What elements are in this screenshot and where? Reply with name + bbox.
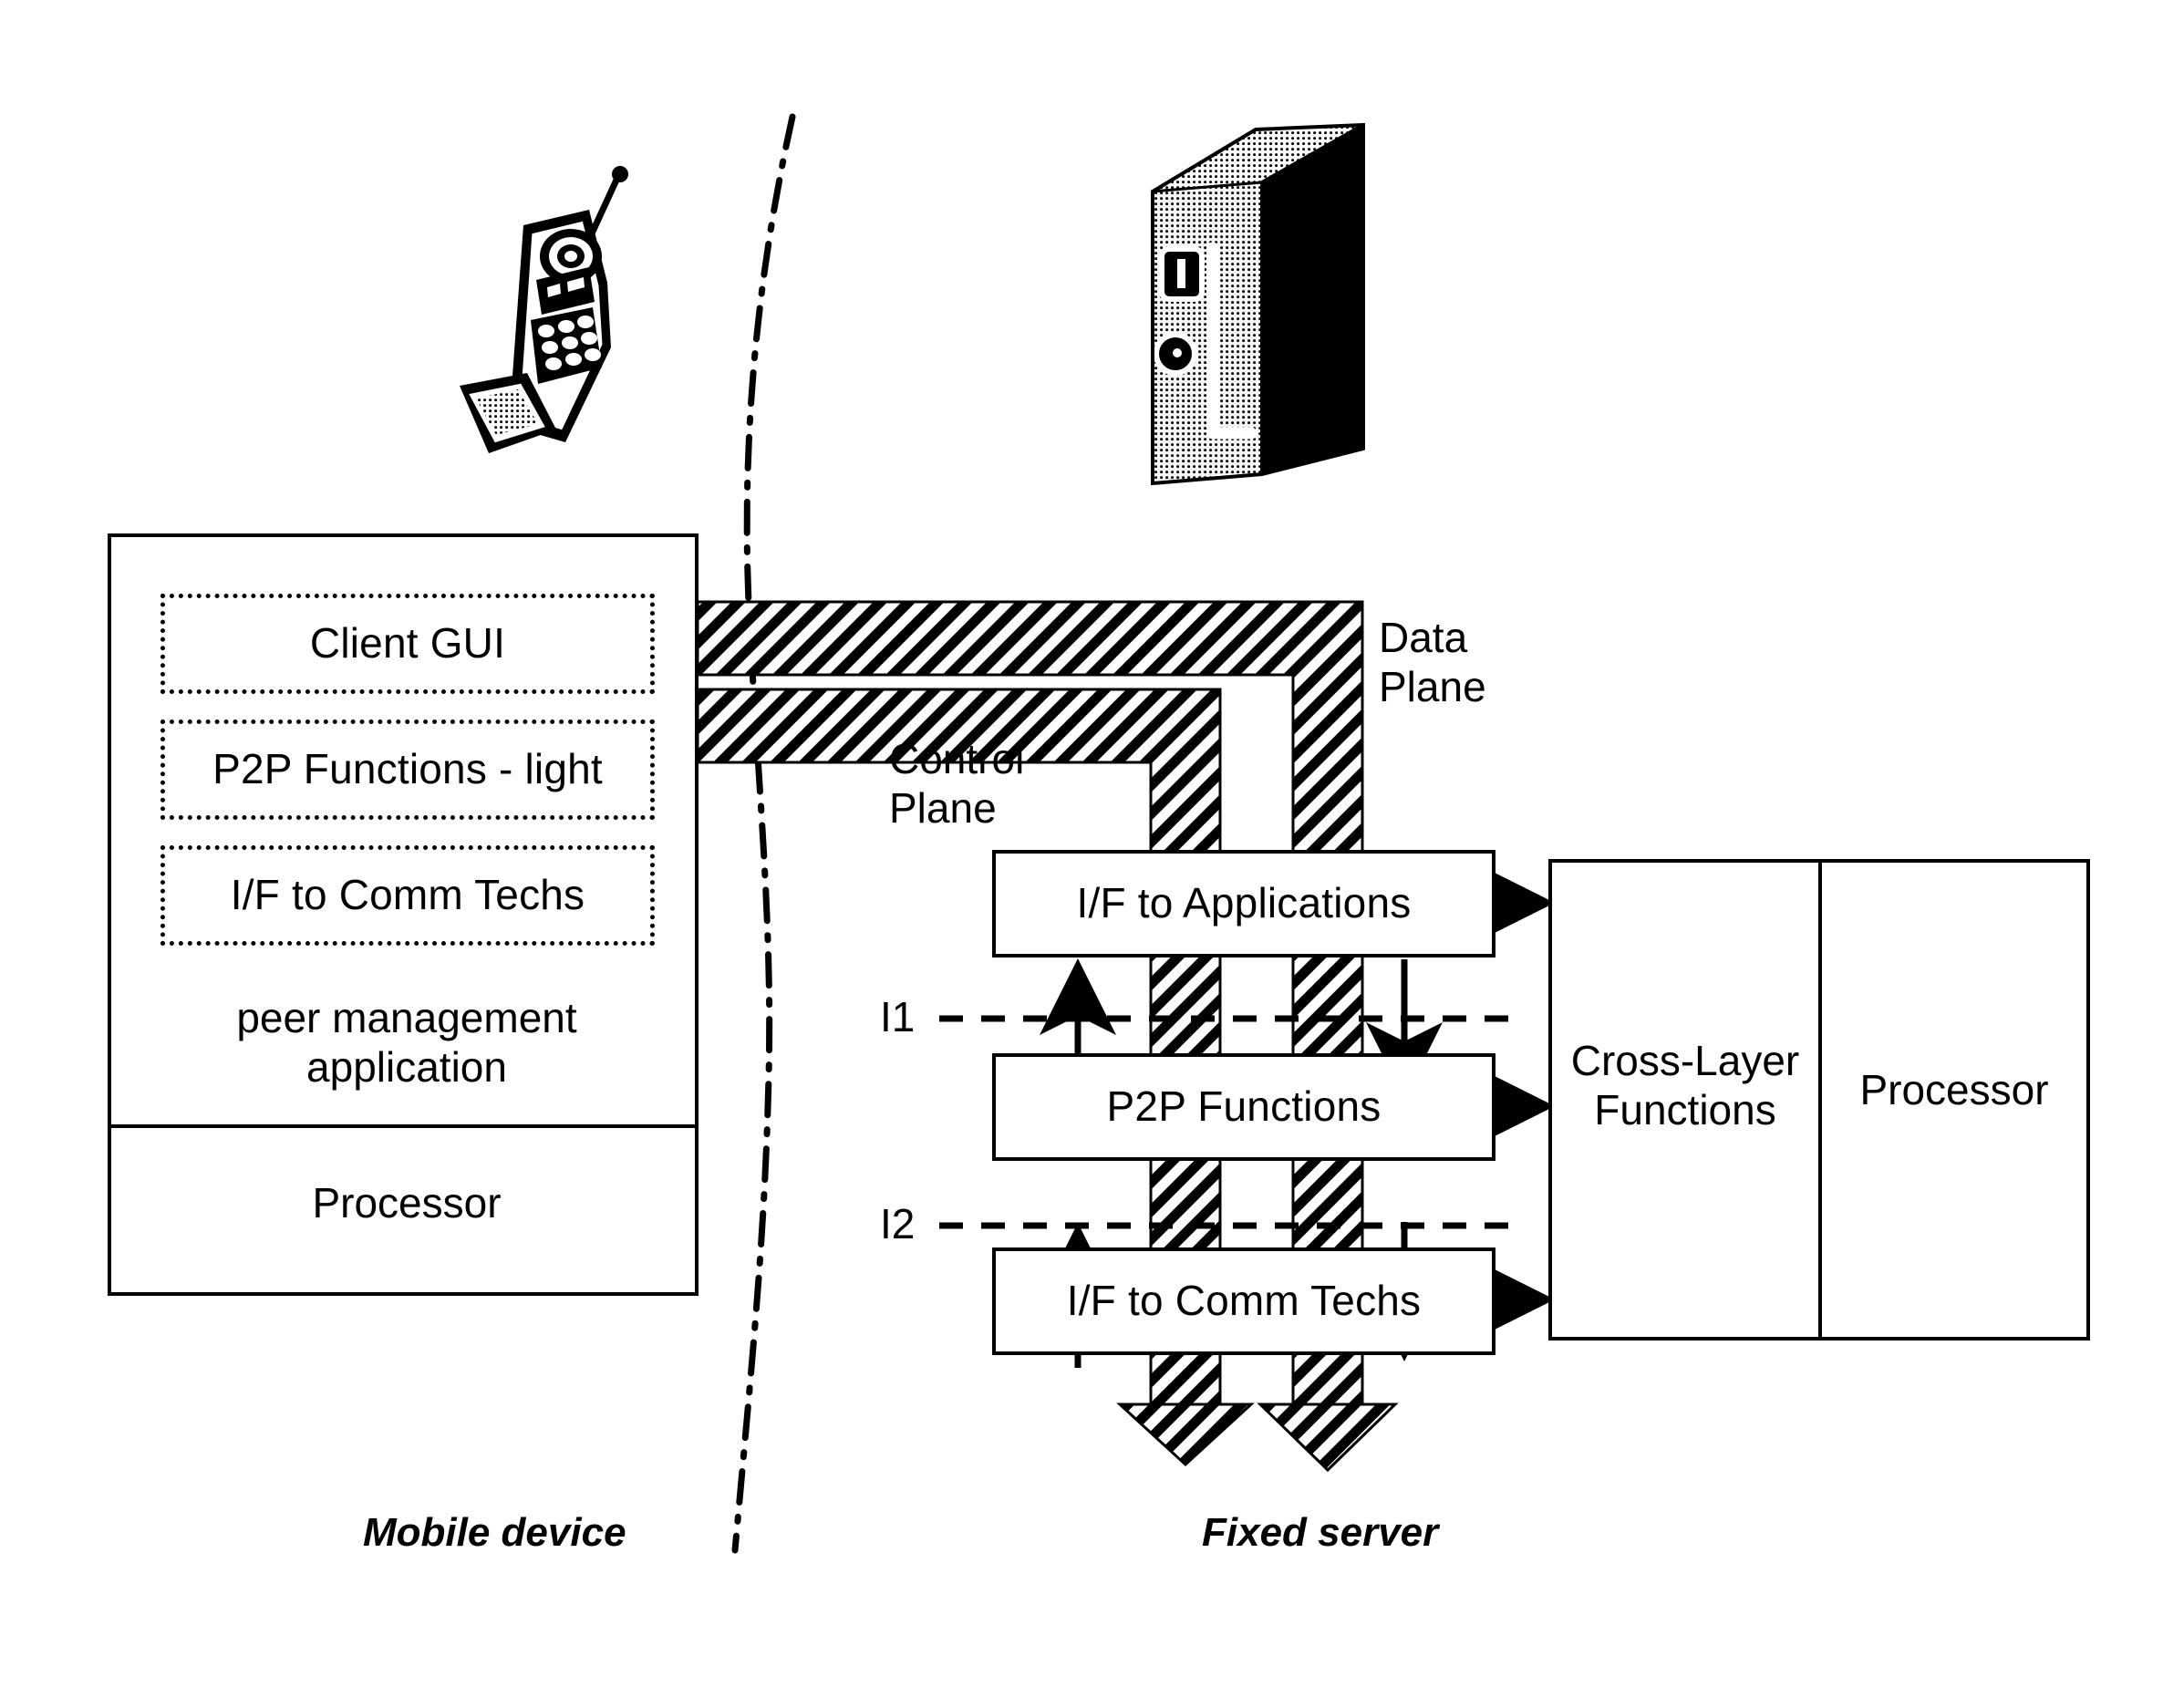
data-plane-line1: Data bbox=[1379, 614, 1468, 661]
i1-text: I1 bbox=[880, 993, 916, 1040]
control-plane-line2: Plane bbox=[889, 784, 997, 833]
caption-fixed-server: Fixed server bbox=[1202, 1510, 1438, 1556]
interface-label-i2: I2 bbox=[880, 1199, 915, 1248]
cross-layer-line1: Cross-Layer bbox=[1570, 1037, 1800, 1084]
cross-layer-line2: Functions bbox=[1594, 1086, 1776, 1134]
mobile-processor-block: Processor bbox=[111, 1178, 702, 1227]
mobile-layer-if-comm-techs[interactable]: I/F to Comm Techs bbox=[160, 845, 655, 946]
mobile-peer-management-application: peer management application bbox=[111, 993, 702, 1092]
pma-line1: peer management bbox=[236, 994, 577, 1041]
mobile-layer-client-gui[interactable]: Client GUI bbox=[160, 594, 655, 694]
server-block-label: P2P Functions bbox=[1106, 1082, 1382, 1131]
server-processor-label: Processor bbox=[1859, 1066, 2049, 1113]
mobile-processor-divider bbox=[108, 1124, 699, 1128]
server-block-if-to-applications[interactable]: I/F to Applications bbox=[992, 850, 1495, 958]
caption-mobile-device: Mobile device bbox=[363, 1510, 626, 1556]
server-block-processor[interactable]: Processor bbox=[1822, 1065, 2086, 1114]
interface-label-i1: I1 bbox=[880, 992, 915, 1041]
pma-line2: application bbox=[306, 1043, 507, 1092]
mobile-layer-label: P2P Functions - light bbox=[212, 745, 603, 793]
server-block-p2p-functions[interactable]: P2P Functions bbox=[992, 1053, 1495, 1161]
mobile-server-divider bbox=[731, 113, 796, 1554]
server-block-if-to-comm-techs[interactable]: I/F to Comm Techs bbox=[992, 1247, 1495, 1355]
mobile-layer-label: I/F to Comm Techs bbox=[230, 871, 585, 919]
control-plane-label: Control Plane bbox=[889, 734, 1024, 833]
control-plane-line1: Control bbox=[889, 735, 1025, 782]
data-plane-line2: Plane bbox=[1379, 663, 1486, 711]
diagram-canvas: Client GUI P2P Functions - light I/F to … bbox=[0, 0, 2163, 1708]
mobile-device-panel: Client GUI P2P Functions - light I/F to … bbox=[108, 533, 699, 1296]
server-block-cross-layer-functions[interactable]: Cross-Layer Functions bbox=[1552, 1036, 1818, 1135]
server-tower-icon bbox=[1151, 122, 1365, 486]
mobile-processor-label: Processor bbox=[312, 1179, 502, 1227]
server-side-panel: Cross-Layer Functions Processor bbox=[1548, 859, 2090, 1341]
caption-mobile-text: Mobile device bbox=[363, 1510, 626, 1555]
i2-text: I2 bbox=[880, 1200, 916, 1247]
server-block-label: I/F to Applications bbox=[1076, 879, 1412, 927]
mobile-layer-label: Client GUI bbox=[309, 619, 506, 668]
mobile-phone-icon bbox=[460, 166, 628, 453]
data-plane-label: Data Plane bbox=[1379, 613, 1486, 712]
mobile-layer-p2p-functions-light[interactable]: P2P Functions - light bbox=[160, 719, 655, 820]
caption-server-text: Fixed server bbox=[1202, 1510, 1439, 1555]
server-block-label: I/F to Comm Techs bbox=[1066, 1277, 1422, 1325]
